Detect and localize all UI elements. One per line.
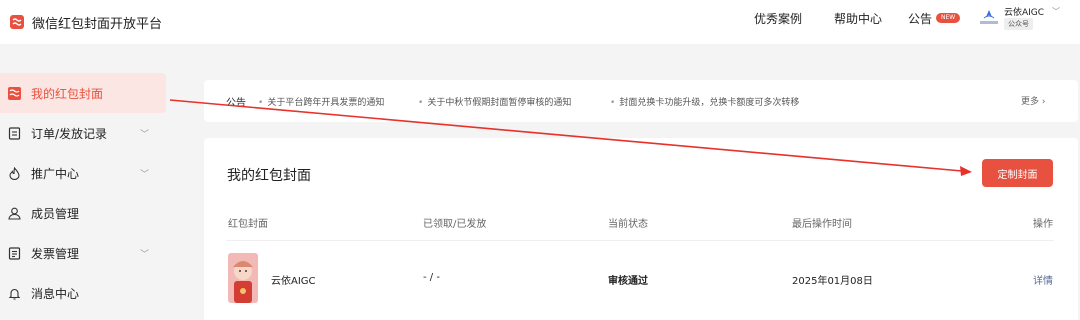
brand[interactable]: 微信红包封面开放平台 bbox=[10, 13, 162, 32]
bell-icon bbox=[8, 287, 21, 300]
sidebar-item-label: 发票管理 bbox=[31, 246, 80, 261]
sidebar-item-label: 成员管理 bbox=[31, 206, 80, 221]
nav-help-link[interactable]: 帮助中心 bbox=[834, 10, 882, 27]
page-title: 我的红包封面 bbox=[227, 168, 311, 184]
chevron-right-icon: › bbox=[1041, 97, 1046, 107]
notice-text: 封面兑换卡功能升级，兑换卡额度可多次转移 bbox=[619, 98, 800, 108]
column-header-cover: 红包封面 bbox=[228, 219, 268, 230]
account-name: 云依AIGC bbox=[1004, 8, 1045, 18]
members-icon bbox=[8, 207, 21, 220]
nav-notice-link[interactable]: 公告 bbox=[908, 10, 932, 27]
order-list-icon bbox=[8, 126, 21, 140]
notice-item[interactable]: • 封面兑换卡功能升级，兑换卡额度可多次转移 bbox=[610, 95, 799, 108]
chevron-down-icon: ﹀ bbox=[140, 129, 150, 140]
account-logo bbox=[978, 9, 1000, 27]
notice-text: 关于中秋节假期封面暂停审核的通知 bbox=[427, 98, 572, 108]
column-header-status: 当前状态 bbox=[608, 219, 648, 230]
notice-title: 公告 bbox=[226, 98, 246, 109]
chevron-down-icon: ﹀ bbox=[1052, 7, 1060, 16]
bullet-icon: • bbox=[610, 98, 616, 108]
wechat-red-packet-logo-icon bbox=[10, 15, 24, 29]
new-badge: NEW bbox=[936, 13, 961, 23]
sidebar-item-messages[interactable]: 消息中心 bbox=[0, 273, 166, 313]
promotion-icon bbox=[8, 166, 21, 180]
sidebar-item-label: 推广中心 bbox=[31, 166, 80, 181]
sidebar-item-orders[interactable]: 订单/发放记录 ﹀ bbox=[0, 113, 166, 153]
status-text: 审核通过 bbox=[608, 276, 648, 287]
cover-thumbnail[interactable] bbox=[228, 253, 258, 303]
app-title: 微信红包封面开放平台 bbox=[32, 16, 163, 32]
notice-item[interactable]: • 关于中秋节假期封面暂停审核的通知 bbox=[418, 95, 571, 108]
sidebar-item-label: 消息中心 bbox=[31, 286, 80, 301]
sidebar-item-promotion[interactable]: 推广中心 ﹀ bbox=[0, 153, 166, 193]
sidebar-item-my-covers[interactable]: 我的红包封面 bbox=[0, 73, 166, 113]
sidebar-item-label: 订单/发放记录 bbox=[31, 126, 108, 141]
account-menu[interactable]: 云依AIGC ﹀ 公众号 bbox=[978, 5, 1060, 35]
chevron-down-icon: ﹀ bbox=[140, 249, 150, 260]
red-packet-icon bbox=[8, 86, 21, 100]
more-label: 更多 bbox=[1021, 97, 1040, 107]
notice-more-link[interactable]: 更多 › bbox=[1021, 94, 1046, 107]
custom-cover-button[interactable]: 定制封面 bbox=[982, 159, 1053, 187]
account-type-badge: 公众号 bbox=[1004, 18, 1033, 30]
sidebar-item-members[interactable]: 成员管理 bbox=[0, 193, 166, 233]
sidebar: 我的红包封面 订单/发放记录 ﹀ 推广中心 ﹀ 成员管理 发票管理 ﹀ 消息中心 bbox=[0, 44, 180, 320]
divider bbox=[226, 240, 1054, 241]
nav-cases-link[interactable]: 优秀案例 bbox=[754, 10, 802, 27]
last-operation-time: 2025年01月08日 bbox=[792, 276, 873, 287]
cover-name: 云依AIGC bbox=[271, 276, 316, 287]
column-header-action: 操作 bbox=[1033, 219, 1053, 230]
notice-item[interactable]: • 关于平台跨年开具发票的通知 bbox=[258, 95, 384, 108]
covers-panel: 我的红包封面 定制封面 红包封面 已领取/已发放 当前状态 最后操作时间 操作 … bbox=[204, 138, 1078, 320]
claimed-count: - / - bbox=[423, 272, 440, 283]
bullet-icon: • bbox=[258, 98, 264, 108]
column-header-claimed: 已领取/已发放 bbox=[423, 219, 487, 230]
notice-bar: 公告 • 关于平台跨年开具发票的通知 • 关于中秋节假期封面暂停审核的通知 • 封面兑… bbox=[204, 80, 1078, 122]
details-link[interactable]: 详情 bbox=[1033, 272, 1053, 287]
notice-text: 关于平台跨年开具发票的通知 bbox=[267, 98, 385, 108]
invoice-icon bbox=[8, 246, 21, 260]
top-bar: 微信红包封面开放平台 优秀案例 帮助中心 公告 NEW 云依AIGC ﹀ 公众号 bbox=[0, 0, 1080, 44]
chevron-down-icon: ﹀ bbox=[140, 169, 150, 180]
bullet-icon: • bbox=[418, 98, 424, 108]
sidebar-item-label: 我的红包封面 bbox=[31, 86, 104, 101]
sidebar-item-invoices[interactable]: 发票管理 ﹀ bbox=[0, 233, 166, 273]
column-header-last-time: 最后操作时间 bbox=[792, 219, 852, 230]
